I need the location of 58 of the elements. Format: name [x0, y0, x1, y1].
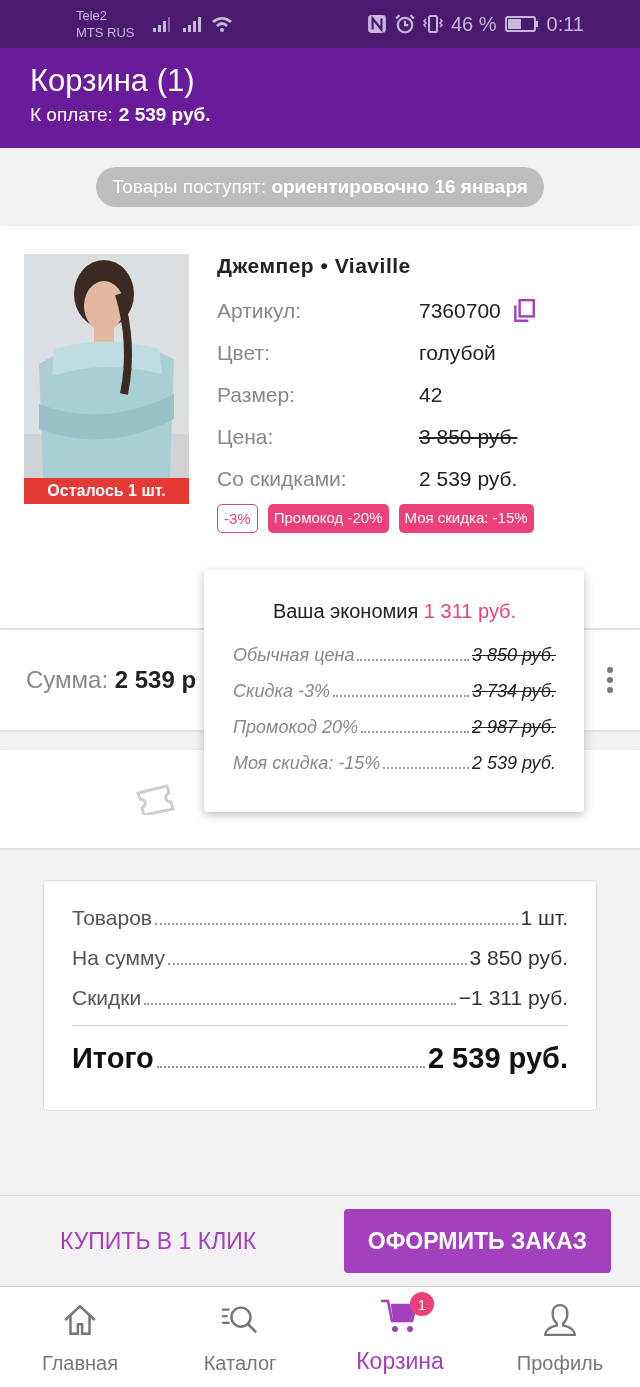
- attribute-value: голубой: [419, 341, 496, 365]
- attribute-value: 3 850 руб.: [419, 425, 518, 449]
- attribute-value: 7360700: [419, 299, 501, 323]
- attribute-value: 2 539 руб.: [419, 467, 518, 491]
- vibrate-icon: [422, 14, 443, 34]
- delivery-note: Товары поступят: ориентировочно 16 января: [96, 167, 544, 207]
- price-step-label: Обычная цена: [233, 644, 355, 667]
- summary-label: Скидки: [72, 985, 142, 1011]
- price-step-label: Промокод 20%: [233, 716, 358, 739]
- discount-tag: Промокод -20%: [267, 504, 389, 533]
- savings-amount: 1 311 руб.: [423, 600, 517, 622]
- price-step-value: 2 987 руб.: [472, 716, 556, 739]
- payment-amount: 2 539 руб.: [118, 104, 211, 126]
- battery-icon: [504, 15, 539, 33]
- total-value: 2 539 руб.: [427, 1041, 568, 1076]
- discount-tag: Моя скидка: -15%: [398, 504, 534, 533]
- nav-tab[interactable]: Каталог: [160, 1287, 320, 1387]
- attribute-label: Цена:: [217, 425, 275, 449]
- checkout-button[interactable]: ОФОРМИТЬ ЗАКАЗ: [343, 1209, 611, 1273]
- summary-value: 3 850 руб.: [469, 945, 568, 971]
- carrier-name: Tele2: [76, 7, 109, 24]
- buy-one-click-button[interactable]: КУПИТЬ В 1 КЛИК: [40, 1217, 277, 1265]
- payment-label: К оплате:: [30, 104, 113, 126]
- savings-title: Ваша экономия: [272, 600, 419, 622]
- attribute-label: Со скидками:: [217, 467, 348, 491]
- carrier-name: MTS RUS: [76, 24, 135, 41]
- price-step-label: Скидка -3%: [233, 680, 330, 703]
- summary-value: 1 шт.: [520, 905, 568, 931]
- signal-icon: [180, 15, 203, 33]
- nfc-icon: [366, 14, 387, 34]
- signal-icon: [150, 15, 173, 33]
- nav-tab[interactable]: 1 Корзина: [320, 1287, 480, 1387]
- count-badge: 1: [410, 1292, 434, 1316]
- page-title: Корзина (1): [30, 62, 196, 100]
- alarm-icon: [394, 14, 415, 34]
- wifi-icon: [210, 15, 233, 33]
- discount-tag: -3%: [217, 504, 258, 533]
- nav-tab[interactable]: Главная: [0, 1287, 160, 1387]
- price-step-value: 3 850 руб.: [472, 644, 556, 667]
- sum-label: Сумма:: [26, 666, 109, 693]
- sum-value: 2 539 р: [114, 666, 197, 693]
- summary-value: −1 311 руб.: [458, 985, 568, 1011]
- summary-label: Товаров: [72, 905, 152, 931]
- price-step-value: 3 734 руб.: [472, 680, 556, 703]
- clock-time: 0:11: [546, 12, 584, 36]
- battery-percent: 46 %: [450, 12, 497, 36]
- stock-badge: Осталось 1 шт.: [24, 478, 189, 504]
- attribute-value: 42: [419, 383, 443, 407]
- price-step-value: 2 539 руб.: [472, 752, 556, 775]
- attribute-label: Артикул:: [217, 299, 303, 323]
- attribute-label: Цвет:: [217, 341, 271, 365]
- summary-label: На сумму: [72, 945, 166, 971]
- total-label: Итого: [72, 1041, 154, 1076]
- product-name: Джемпер • Viaville: [217, 254, 412, 278]
- attribute-label: Размер:: [217, 383, 296, 407]
- nav-tab[interactable]: Профиль: [480, 1287, 640, 1387]
- price-step-label: Моя скидка: -15%: [233, 752, 381, 775]
- more-icon[interactable]: [606, 666, 614, 694]
